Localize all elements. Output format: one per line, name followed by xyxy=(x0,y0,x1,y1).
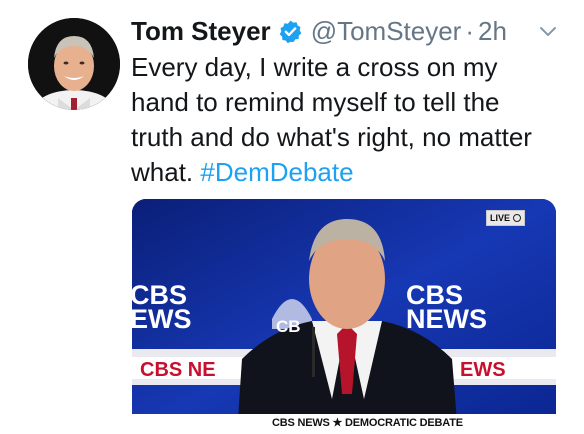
hashtag-link[interactable]: #DemDebate xyxy=(200,157,353,187)
author-handle[interactable]: @TomSteyer xyxy=(311,16,462,47)
chevron-down-icon[interactable] xyxy=(539,24,557,38)
cbs-eye-icon xyxy=(513,214,522,222)
header-separator: · xyxy=(465,15,475,46)
backdrop-logo-left: CBS EWS xyxy=(132,282,192,334)
tweet-body: Every day, I write a cross on my hand to… xyxy=(131,50,551,190)
avatar-photo xyxy=(28,18,120,110)
backdrop-logo-mid: CB xyxy=(276,317,301,336)
backdrop-logo-right: CBS NEWS xyxy=(406,282,487,334)
timestamp[interactable]: 2h xyxy=(478,16,507,47)
chyron-text: CBS NEWS ★ DEMOCRATIC DEBATE xyxy=(272,417,463,429)
verified-badge-icon xyxy=(278,19,303,44)
debate-video-frame xyxy=(132,199,556,434)
backdrop-logo-right-line2: NEWS xyxy=(406,304,487,334)
author-name[interactable]: Tom Steyer xyxy=(131,16,271,47)
banner-left-text: CBS NE xyxy=(140,359,216,381)
backdrop-logo-left-line2: EWS xyxy=(132,304,192,334)
live-badge: LIVE xyxy=(486,210,526,226)
avatar[interactable] xyxy=(28,18,120,110)
live-label: LIVE xyxy=(490,213,511,223)
banner-right-text: EWS xyxy=(460,359,506,381)
tweet-media[interactable]: CBS EWS CB CBS NEWS CBS NE EWS xyxy=(132,199,556,434)
tweet-header: Tom Steyer @TomSteyer · 2h xyxy=(131,14,507,48)
